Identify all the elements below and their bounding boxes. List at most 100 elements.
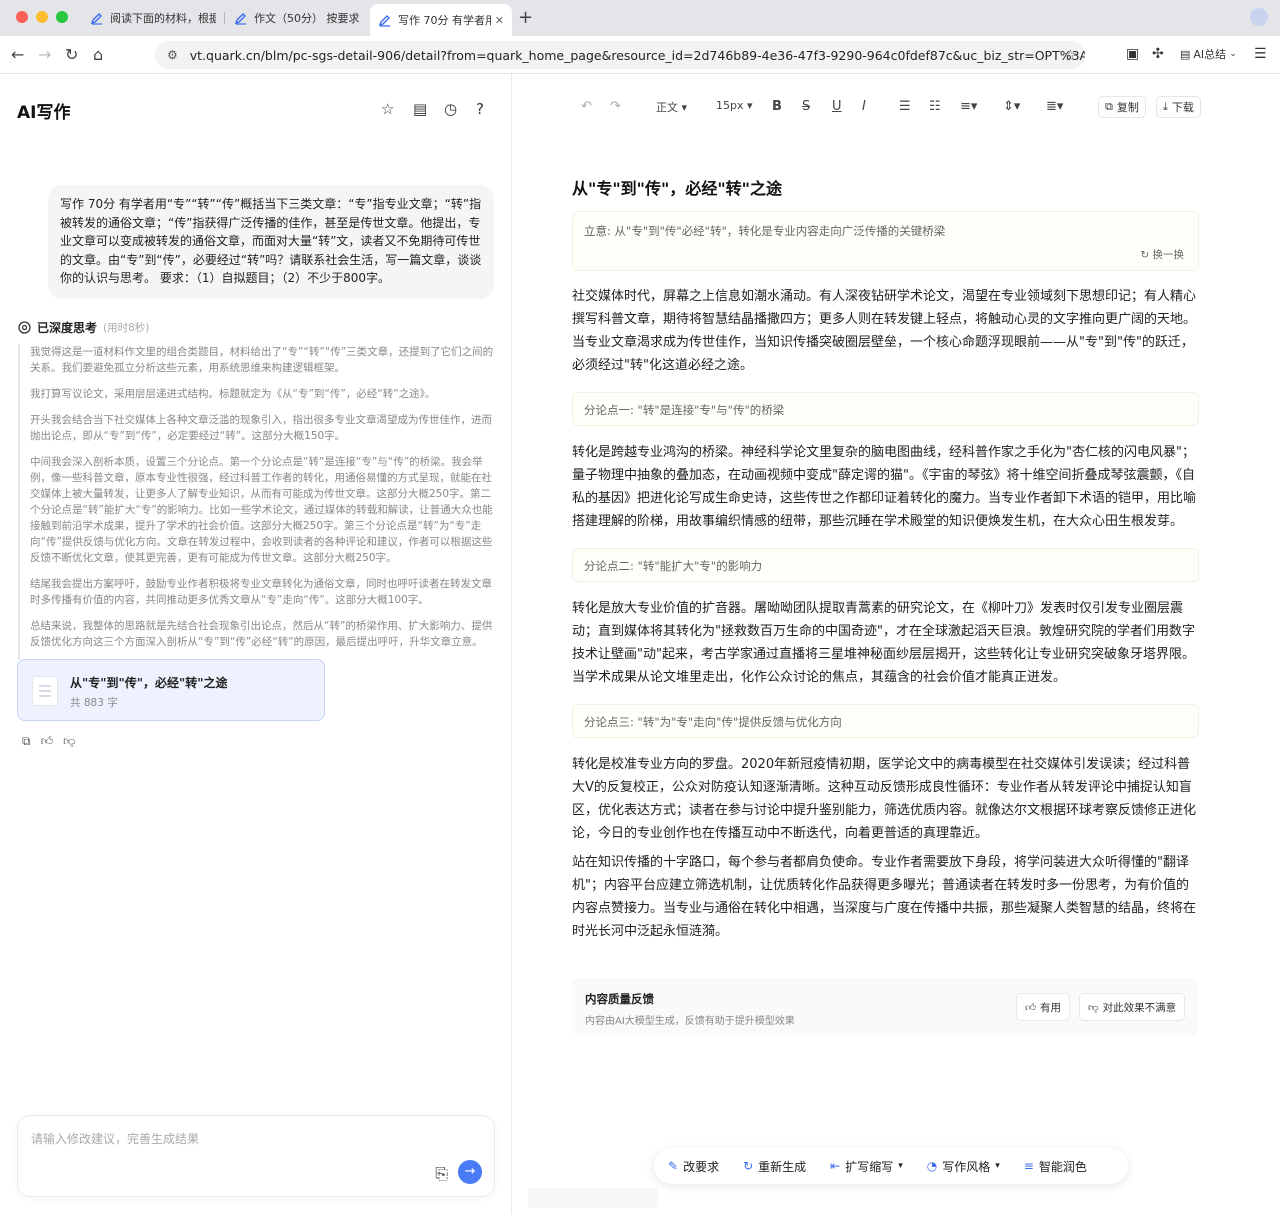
- useful-label: 有用: [1039, 1001, 1061, 1014]
- undo-icon[interactable]: ↶: [581, 99, 592, 114]
- edit-requirements-button[interactable]: ✎ 改要求: [668, 1158, 719, 1175]
- tab-label: 阅读下面的材料，根据: [110, 12, 216, 25]
- thinking-paragraph: 开头我会结合当下社交媒体上各种文章泛滥的现象引入，指出很多专业文章渴望成为传世佳…: [30, 414, 492, 442]
- paragraph-style-select[interactable]: 正文 ▾: [656, 99, 687, 115]
- quality-feedback-panel: 内容质量反馈 内容由AI大模型生成，反馈有助于提升模型效果 👍︎ 有用 👎︎ 对此效…: [572, 978, 1199, 1036]
- response-actions: ⧉ 👍︎ 👎︎: [22, 734, 75, 749]
- download-button[interactable]: ⤓ 下载: [1156, 96, 1201, 118]
- browser-tab-bar: 阅读下面的材料，根据 作文（50分） 按要求作 写作 70分 有学者用 ✕ +: [0, 0, 1280, 36]
- thumbs-down-icon[interactable]: 👎︎: [63, 734, 75, 749]
- indent-dropdown-icon[interactable]: ≣▾: [1046, 99, 1063, 114]
- download-icon: ⤓: [1163, 100, 1168, 113]
- extensions-puzzle-icon[interactable]: ✣: [1152, 46, 1164, 62]
- forward-arrow-icon[interactable]: →: [38, 45, 51, 64]
- brain-icon: [18, 321, 31, 334]
- new-tab-button[interactable]: +: [518, 7, 533, 28]
- back-arrow-icon[interactable]: ←: [11, 45, 24, 64]
- ai-writing-sidebar: AI写作 ☆ ▤ ◷ ? 写作 70分 有学者用“专”“转”“传”概括当下三类文…: [0, 74, 512, 1214]
- copy-icon[interactable]: ⧉: [22, 734, 31, 749]
- action-label: 扩写缩写: [845, 1159, 894, 1174]
- deep-thinking-header[interactable]: 已深度思考 (用时8秒): [18, 319, 149, 336]
- sub-point-2: 分论点二: "转"能扩大"专"的影响力: [572, 548, 1199, 582]
- pen-icon: [90, 13, 102, 25]
- numbered-list-icon[interactable]: ☷: [929, 99, 941, 114]
- writing-style-button[interactable]: ◔ 写作风格 ▾: [927, 1158, 1000, 1175]
- window-minimize-button[interactable]: [36, 11, 48, 23]
- unsatisfied-label: 对此效果不满意: [1102, 1001, 1177, 1014]
- window-close-button[interactable]: [16, 11, 28, 23]
- document-word-count: 共 883 字: [70, 697, 118, 709]
- strikethrough-icon[interactable]: S: [802, 99, 810, 114]
- line-spacing-dropdown-icon[interactable]: ⇕▾: [1003, 99, 1020, 114]
- app-title: AI写作: [17, 103, 71, 123]
- font-size-select[interactable]: 15px ▾: [716, 99, 753, 112]
- thinking-paragraph: 总结来说，我整体的思路就是先结合社会现象引出论点，然后从“转”的桥梁作用、扩大影…: [30, 620, 493, 648]
- document-card-title: 从"专"到"传"，必经"转"之途: [70, 676, 228, 690]
- reader-mode-icon[interactable]: ▣: [1126, 46, 1139, 62]
- generated-document-card[interactable]: 从"专"到"传"，必经"转"之途 共 883 字: [17, 659, 325, 721]
- window-maximize-button[interactable]: [56, 11, 68, 23]
- site-settings-icon[interactable]: ⚙: [167, 48, 178, 62]
- browser-tab-1[interactable]: 阅读下面的材料，根据: [82, 4, 224, 32]
- browser-tab-3-active[interactable]: 写作 70分 有学者用 ✕: [370, 4, 512, 36]
- underline-icon[interactable]: U: [832, 99, 842, 114]
- swap-button[interactable]: ↻ 换一换: [1140, 247, 1184, 262]
- refresh-icon: ↻: [1140, 249, 1150, 261]
- body-paragraph-1: 转化是跨越专业鸿沟的桥梁。神经科学论文里复杂的脑电图曲线，经科普作家之手化为"杏…: [572, 445, 1197, 529]
- expand-shorten-button[interactable]: ⇤ 扩写缩写 ▾: [830, 1158, 903, 1175]
- browser-tab-2[interactable]: 作文（50分） 按要求作: [226, 4, 368, 32]
- ai-summary-button[interactable]: ▤ AI总结 ⌄: [1180, 46, 1237, 62]
- favorite-star-icon[interactable]: ☆: [381, 100, 394, 118]
- style-icon: ◔: [926, 1159, 938, 1173]
- smart-polish-button[interactable]: ≡ 智能润色: [1024, 1158, 1087, 1175]
- chevron-down-icon: ▾: [747, 99, 753, 112]
- unsatisfied-button[interactable]: 👎︎ 对此效果不满意: [1079, 993, 1186, 1021]
- thumbs-up-icon[interactable]: 👍︎: [41, 734, 54, 749]
- bookmark-star-icon[interactable]: ☆: [1064, 46, 1077, 64]
- thumbs-down-icon: 👎︎: [1088, 1001, 1099, 1014]
- close-icon[interactable]: ✕: [495, 14, 504, 27]
- sub-point-1: 分论点一: "转"是连接"专"与"传"的桥梁: [572, 392, 1199, 426]
- download-label: 下载: [1171, 101, 1194, 114]
- document-title: 从"专"到"传"，必经"转"之途: [572, 179, 783, 198]
- copy-button[interactable]: ⧉ 复制: [1098, 96, 1146, 118]
- regenerate-button[interactable]: ↻ 重新生成: [743, 1158, 806, 1175]
- history-clock-icon[interactable]: ◷: [444, 100, 457, 118]
- address-bar: ← → ↻ ⌂ ⚙ vt.quark.cn/blm/pc-sgs-detail-…: [0, 36, 1280, 74]
- italic-icon[interactable]: I: [862, 99, 866, 114]
- chevron-down-icon: ▾: [681, 101, 688, 114]
- edit-icon: ✎: [668, 1159, 679, 1173]
- copy-icon: ⧉: [1105, 100, 1113, 113]
- revision-input-placeholder: 请输入修改建议，完善生成结果: [31, 1132, 200, 1146]
- redo-icon[interactable]: ↷: [610, 99, 621, 114]
- thinking-paragraph: 我觉得这是一道材料作文里的组合类题目，材料给出了“专”“转”“传”三类文章，还提…: [30, 346, 494, 374]
- polish-icon: ≡: [1023, 1159, 1034, 1173]
- revision-input-box[interactable]: 请输入修改建议，完善生成结果 ⎘ →: [18, 1116, 494, 1196]
- send-button[interactable]: →: [458, 1160, 482, 1184]
- home-icon[interactable]: ⌂: [93, 45, 103, 64]
- deep-thinking-content: 我觉得这是一道材料作文里的组合类题目，材料给出了“专”“转”“传”三类文章，还提…: [18, 344, 494, 660]
- paragraph-style-label: 正文: [656, 101, 678, 114]
- profile-avatar[interactable]: [1250, 8, 1268, 26]
- help-icon[interactable]: ?: [476, 100, 484, 118]
- theme-box: 立意: 从"专"到"传"必经"转"，转化是专业内容走向广泛传播的关键桥梁 ↻ 换…: [572, 211, 1199, 271]
- font-size-label: 15px: [716, 99, 744, 112]
- url-omnibox[interactable]: ⚙ vt.quark.cn/blm/pc-sgs-detail-906/deta…: [155, 41, 1085, 69]
- reload-icon[interactable]: ↻: [65, 45, 78, 64]
- chevron-down-icon: ▾: [995, 1161, 1000, 1171]
- ai-summary-label: AI总结: [1193, 48, 1227, 61]
- action-label: 智能润色: [1038, 1159, 1087, 1174]
- thinking-paragraph: 我打算写议论文，采用层层递进式结构。标题就定为《从“专”到“传”，必经“转”之途…: [30, 388, 436, 400]
- browser-menu-icon[interactable]: ☰: [1254, 46, 1267, 62]
- document-clock-icon[interactable]: ▤: [413, 100, 427, 118]
- thumbs-up-icon: 👍︎: [1025, 1001, 1036, 1014]
- user-prompt-bubble: 写作 70分 有学者用“专”“转”“传”概括当下三类文章：“专”指专业文章；“转…: [48, 185, 494, 299]
- tab-label: 写作 70分 有学者用: [398, 14, 491, 27]
- bold-icon[interactable]: B: [772, 99, 782, 114]
- action-label: 写作风格: [942, 1159, 991, 1174]
- align-dropdown-icon[interactable]: ≡▾: [960, 99, 977, 114]
- upload-file-icon[interactable]: ⎘: [435, 1164, 448, 1184]
- bullet-list-icon[interactable]: ☰: [899, 99, 911, 114]
- useful-button[interactable]: 👍︎ 有用: [1016, 993, 1070, 1021]
- deep-thinking-time: (用时8秒): [103, 322, 150, 334]
